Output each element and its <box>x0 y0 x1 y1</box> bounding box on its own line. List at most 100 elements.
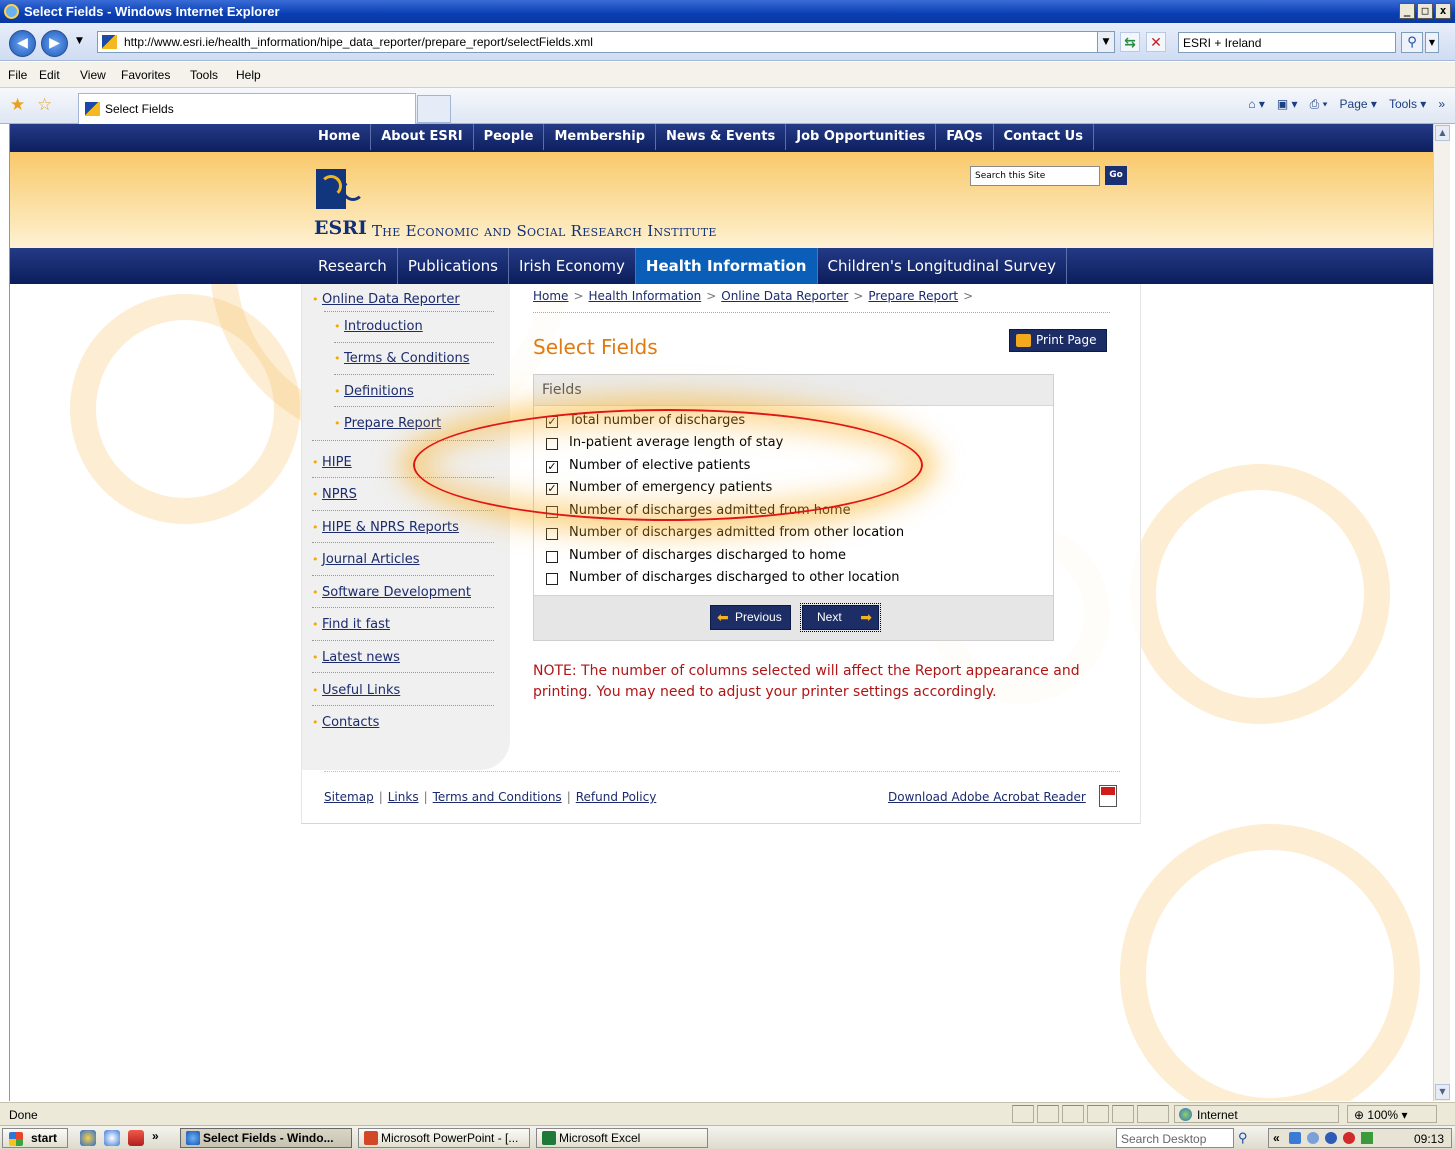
checkbox-checked[interactable]: ✓ <box>546 461 558 473</box>
tray-expand-icon[interactable]: « <box>1273 1131 1280 1145</box>
menu-tools[interactable]: Tools <box>190 68 218 82</box>
address-dropdown[interactable]: ▼ <box>1097 32 1114 52</box>
next-button[interactable]: Next ➡ <box>800 603 881 632</box>
menu-file[interactable]: File <box>8 68 27 82</box>
topnav-contact[interactable]: Contact Us <box>994 124 1094 150</box>
sidebar-item-contacts[interactable]: Contacts <box>312 715 379 730</box>
new-tab-button[interactable] <box>417 95 451 123</box>
mainnav-research[interactable]: Research <box>301 248 398 284</box>
sidebar-item-latest-news[interactable]: Latest news <box>312 650 400 665</box>
task-powerpoint[interactable]: Microsoft PowerPoint - [... <box>358 1128 530 1148</box>
topnav-news-events[interactable]: News & Events <box>656 124 787 150</box>
footer-links-link[interactable]: Links <box>388 790 419 804</box>
breadcrumb-prepare-report[interactable]: Prepare Report <box>868 289 958 303</box>
breadcrumb-home[interactable]: Home <box>533 289 568 303</box>
print-icon[interactable]: ⎙ ▾ <box>1310 97 1328 112</box>
feeds-icon[interactable]: ▣ ▾ <box>1277 97 1298 112</box>
sidebar-item-introduction[interactable]: Introduction <box>334 319 423 334</box>
topnav-faqs[interactable]: FAQs <box>936 124 994 150</box>
tab-select-fields[interactable]: Select Fields <box>78 93 416 124</box>
task-ie-select-fields[interactable]: Select Fields - Windo... <box>180 1128 352 1148</box>
sidebar-item-terms-conditions[interactable]: Terms & Conditions <box>334 351 470 366</box>
volume-icon[interactable] <box>1307 1132 1319 1144</box>
checkbox-unchecked[interactable] <box>546 438 558 450</box>
sidebar-item-find-it-fast[interactable]: Find it fast <box>312 617 390 632</box>
checkbox-unchecked[interactable] <box>546 551 558 563</box>
footer-terms-link[interactable]: Terms and Conditions <box>433 790 562 804</box>
site-search-go-button[interactable]: Go <box>1105 166 1127 185</box>
sidebar-item-hipe-nprs-reports[interactable]: HIPE & NPRS Reports <box>312 520 459 535</box>
sidebar-item-definitions[interactable]: Definitions <box>334 384 414 399</box>
menu-help[interactable]: Help <box>236 68 261 82</box>
mainnav-health-information[interactable]: Health Information <box>635 248 818 284</box>
mainnav-childrens-survey[interactable]: Children's Longitudinal Survey <box>818 248 1067 284</box>
refresh-button[interactable]: ⇆ <box>1120 32 1140 52</box>
sidebar-item-software-development[interactable]: Software Development <box>312 585 471 600</box>
topnav-about[interactable]: About ESRI <box>371 124 474 150</box>
scroll-up-icon[interactable]: ▲ <box>1435 125 1450 141</box>
security-tray-icon[interactable] <box>1343 1132 1355 1144</box>
checkbox-checked[interactable]: ✓ <box>546 483 558 495</box>
sidebar-item-online-data-reporter[interactable]: Online Data Reporter <box>312 292 460 307</box>
footer-refund-policy-link[interactable]: Refund Policy <box>576 790 657 804</box>
topnav-membership[interactable]: Membership <box>544 124 657 150</box>
checkbox-checked[interactable]: ✓ <box>546 416 558 428</box>
start-button[interactable]: start <box>2 1128 68 1148</box>
breadcrumb-health-information[interactable]: Health Information <box>589 289 702 303</box>
search-icon[interactable]: ⚲ <box>1401 32 1423 53</box>
mainnav-irish-economy[interactable]: Irish Economy <box>509 248 636 284</box>
recent-pages-dropdown[interactable]: ▼ <box>76 36 83 46</box>
topnav-people[interactable]: People <box>474 124 545 150</box>
back-button[interactable]: ◀ <box>9 30 36 57</box>
topnav-home[interactable]: Home <box>301 124 372 150</box>
breadcrumb-online-data-reporter[interactable]: Online Data Reporter <box>721 289 848 303</box>
checkbox-unchecked[interactable] <box>546 573 558 585</box>
add-favorite-icon[interactable]: ☆ <box>37 95 52 115</box>
menu-edit[interactable]: Edit <box>39 68 60 82</box>
sidebar-item-journal-articles[interactable]: Journal Articles <box>312 552 420 567</box>
minimize-button[interactable]: _ <box>1399 3 1415 19</box>
search-icon[interactable]: ⚲ <box>1238 1130 1248 1146</box>
favorites-star-icon[interactable]: ★ <box>10 95 25 115</box>
previous-button[interactable]: ⬅ Previous <box>710 605 791 630</box>
clock[interactable]: 09:13 <box>1414 1132 1444 1146</box>
task-excel[interactable]: Microsoft Excel <box>536 1128 708 1148</box>
scroll-down-icon[interactable]: ▼ <box>1435 1084 1450 1100</box>
update-tray-icon[interactable] <box>1361 1132 1373 1144</box>
footer-sitemap-link[interactable]: Sitemap <box>324 790 374 804</box>
checkbox-unchecked[interactable] <box>546 506 558 518</box>
forward-button[interactable]: ▶ <box>41 30 68 57</box>
search-options-dropdown[interactable]: ▼ <box>1425 32 1439 53</box>
sidebar-item-useful-links[interactable]: Useful Links <box>312 683 400 698</box>
address-input[interactable]: http://www.esri.ie/health_information/hi… <box>97 31 1115 53</box>
topnav-jobs[interactable]: Job Opportunities <box>786 124 937 150</box>
checkbox-unchecked[interactable] <box>546 528 558 540</box>
ie-quicklaunch-icon[interactable] <box>80 1130 96 1146</box>
menu-view[interactable]: View <box>80 68 106 82</box>
search-tray-icon[interactable] <box>1325 1132 1337 1144</box>
vertical-scrollbar[interactable]: ▲ ▼ <box>1433 124 1450 1101</box>
print-page-button[interactable]: Print Page <box>1009 329 1107 352</box>
desktop-quicklaunch-icon[interactable] <box>104 1130 120 1146</box>
desktop-search-input[interactable]: Search Desktop <box>1116 1128 1234 1148</box>
app-quicklaunch-icon[interactable] <box>128 1130 144 1146</box>
close-button[interactable]: x <box>1435 3 1451 19</box>
chevron-right-icon[interactable]: » <box>152 1129 159 1143</box>
sidebar-item-prepare-report[interactable]: Prepare Report <box>334 416 441 431</box>
download-acrobat-link[interactable]: Download Adobe Acrobat Reader <box>888 790 1086 804</box>
mainnav-publications[interactable]: Publications <box>398 248 509 284</box>
site-search-input[interactable]: Search this Site <box>970 166 1100 186</box>
stop-button[interactable]: ✕ <box>1146 32 1166 52</box>
home-icon[interactable]: ⌂ ▾ <box>1248 97 1265 112</box>
sidebar-item-nprs[interactable]: NPRS <box>312 487 357 502</box>
page-menu[interactable]: Page ▾ <box>1340 97 1377 112</box>
chevron-right-icon[interactable]: » <box>1438 97 1445 112</box>
pdf-icon[interactable] <box>1099 785 1117 807</box>
tools-menu[interactable]: Tools ▾ <box>1389 97 1426 112</box>
window-title-bar[interactable]: Select Fields - Windows Internet Explore… <box>0 0 1455 23</box>
menu-favorites[interactable]: Favorites <box>121 68 170 82</box>
zoom-control[interactable]: ⊕ 100% ▾ <box>1347 1105 1437 1123</box>
sidebar-item-hipe[interactable]: HIPE <box>312 455 352 470</box>
maximize-button[interactable]: □ <box>1417 3 1433 19</box>
network-icon[interactable] <box>1289 1132 1301 1144</box>
